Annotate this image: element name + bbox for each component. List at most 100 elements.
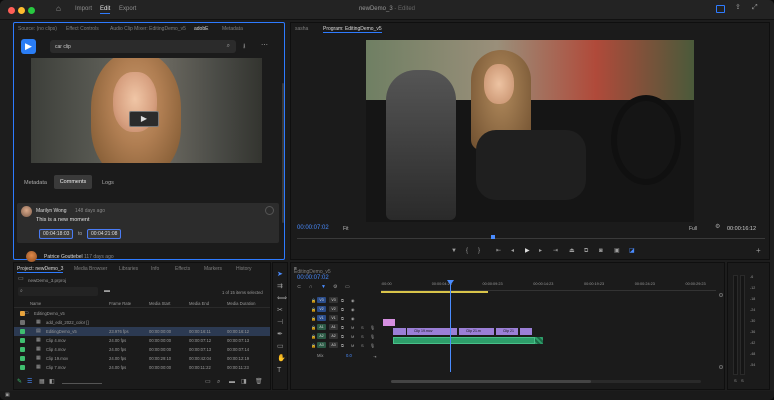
sync-lock-icon[interactable]: ⧉ [341,306,344,313]
find-icon[interactable]: ⌕ [217,379,220,386]
mark-in-icon[interactable]: { [466,248,468,255]
audio-clip[interactable] [393,337,535,344]
track-label[interactable]: A2 [329,333,338,339]
voiceover-icon[interactable]: 🎙 [370,324,375,331]
timeline-timecode[interactable]: 00:00:07:02 [297,275,329,281]
step-back-icon[interactable]: ◂ [511,248,514,255]
comparison-view-icon[interactable]: ▣ [614,248,620,255]
column-name[interactable]: Name [30,301,41,306]
trash-icon[interactable]: 🗑 [255,379,263,386]
skip-to-end-icon[interactable]: ⇥ [373,353,376,360]
label-color-swatch[interactable] [20,338,25,343]
lock-icon[interactable]: 🔒 [311,306,316,313]
work-area-bar[interactable] [381,291,488,293]
video-clip[interactable] [393,328,406,335]
playhead-marker[interactable] [491,235,495,239]
table-row[interactable]: ▦ Clip 19.mov 24.00 fps 00:00:29:10 00:00:42… [14,354,270,363]
mute-icon[interactable]: M [351,324,354,331]
sync-lock-icon[interactable]: ⧉ [341,315,344,322]
automate-icon[interactable]: ▭ [205,379,211,386]
project-search-input[interactable]: ⌕ [18,287,98,296]
audio-track-header[interactable]: 🔒 A1 A1 ⧉ M S 🎙 [291,323,381,331]
track-select-tool-icon[interactable]: ⇉ [277,283,283,290]
ripple-edit-tool-icon[interactable]: ⟺ [277,295,287,302]
lock-icon[interactable]: 🔒 [311,297,316,304]
track-target[interactable]: V3 [317,297,326,303]
column-media-duration[interactable]: Media Duration [227,301,255,306]
tab-libraries[interactable]: Libraries [119,266,138,272]
tab-comments[interactable]: Comments [54,175,92,189]
fit-dropdown[interactable]: Fit [343,226,349,232]
zoom-slider[interactable] [62,383,102,384]
sync-lock-icon[interactable]: ⧉ [341,342,344,349]
resolve-checkbox[interactable] [265,206,274,215]
workspace-icon[interactable] [716,5,725,13]
program-timecode[interactable]: 00:00:07:02 [297,225,329,231]
add-marker-icon[interactable]: ▼ [321,284,326,291]
tab-source[interactable]: Source: (no clips) [18,26,57,32]
track-label[interactable]: A1 [329,324,338,330]
lock-icon[interactable]: 🔒 [311,342,316,349]
comment-card[interactable]: Marilyn Wong 148 days ago This is a new … [17,203,279,243]
voiceover-icon[interactable]: 🎙 [370,333,375,340]
slip-tool-icon[interactable]: ⊣ [277,319,283,326]
track-label[interactable]: V3 [329,297,338,303]
step-forward-icon[interactable]: ▸ [539,248,542,255]
eye-icon[interactable]: ◉ [351,297,355,304]
settings-icon[interactable]: ⚙ [333,284,337,291]
column-media-start[interactable]: Media Start [149,301,170,306]
label-color-swatch[interactable] [20,329,25,334]
share-icon[interactable]: ⇪ [735,4,741,11]
wrench-icon[interactable]: ⚙ [715,224,720,231]
marker-icon[interactable]: ▼ [451,248,457,255]
search-icon[interactable]: ⌕ [227,43,230,50]
freeform-view-icon[interactable]: ◧ [49,379,55,386]
label-color-swatch[interactable] [20,320,25,325]
tab-history[interactable]: History [236,266,252,272]
tab-program[interactable]: Program: EditingDemo_v5 [323,26,382,33]
zoom-handle-bottom[interactable] [719,365,723,369]
pencil-icon[interactable]: ✎ [17,379,22,386]
playhead-line[interactable] [450,282,451,372]
panel-scrollbar[interactable] [282,83,284,223]
sync-lock-icon[interactable]: ⧉ [341,324,344,331]
download-icon[interactable]: ⭳ [243,43,245,50]
zoom-handle-top[interactable] [719,293,723,297]
mix-volume[interactable]: 0.0 [346,353,352,358]
eye-icon[interactable]: ◉ [351,306,355,313]
track-target[interactable]: V2 [317,306,326,312]
track-target[interactable]: A1 [317,324,326,330]
sync-lock-icon[interactable]: ⧉ [341,333,344,340]
video-clip[interactable]: Clip 21 [496,328,518,335]
icon-view-icon[interactable]: ▦ [39,379,45,386]
audio-track-header[interactable]: 🔒 A3 A3 ⧉ M S 🎙 [291,341,381,349]
resolution-dropdown[interactable]: Full [689,226,697,232]
track-label[interactable]: V2 [329,306,338,312]
captions-icon[interactable]: ▭ [345,284,350,291]
track-target[interactable]: A2 [317,333,326,339]
track-label[interactable]: V1 [329,315,338,321]
more-options-icon[interactable]: ⋯ [261,42,268,49]
mix-track-header[interactable]: Mix 0.0 ⇥ [291,352,381,360]
go-to-in-icon[interactable]: ⇤ [496,248,501,255]
play-icon[interactable]: ▶ [525,248,530,255]
lock-icon[interactable]: 🔒 [311,333,316,340]
label-color-swatch[interactable] [20,356,25,361]
solo-right-button[interactable]: S [741,378,744,383]
vr-view-icon[interactable]: ◪ [629,248,635,255]
solo-icon[interactable]: S [361,342,364,349]
mark-out-icon[interactable]: } [478,248,480,255]
tab-media-browser[interactable]: Media Browser [74,266,107,272]
linked-selection-icon[interactable]: ∩ [309,284,313,291]
video-track-header[interactable]: 🔒 V1 V1 ⧉ ◉ [291,314,381,322]
snap-icon[interactable]: ⊂ [297,284,301,291]
tab-audio-clip-mixer[interactable]: Audio Clip Mixer: EditingDemo_v5 [110,26,186,32]
tab-effect-controls[interactable]: Effect Controls [66,26,99,32]
lift-icon[interactable]: ⏏ [569,248,575,255]
new-item-icon[interactable]: ◨ [241,379,247,386]
add-button-icon[interactable]: + [756,247,761,255]
track-target[interactable]: A3 [317,342,326,348]
tab-markers[interactable]: Markers [204,266,222,272]
selection-tool-icon[interactable]: ➤ [277,271,283,278]
voiceover-icon[interactable]: 🎙 [370,342,375,349]
